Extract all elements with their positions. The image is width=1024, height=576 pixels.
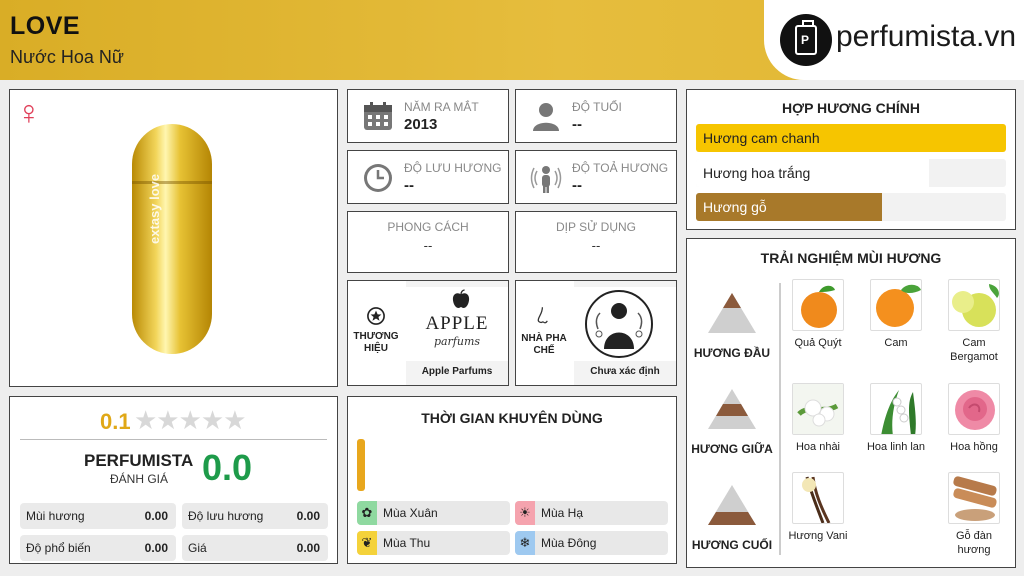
calendar-icon (364, 102, 392, 130)
accord-citrus: Hương cam chanh (696, 124, 1006, 152)
clock-icon (364, 164, 392, 192)
sun-icon: ☀ (515, 501, 535, 525)
daytime-level-bar (357, 439, 365, 491)
user-rating-value: 0.1 (100, 409, 131, 434)
header-bar: LOVE Nước Hoa Nữ P perfumista.vn (0, 0, 1024, 80)
base-note-tier: HƯƠNG CUỐI (687, 485, 777, 552)
age-value: -- (572, 116, 582, 133)
perfumer-logo (574, 287, 676, 361)
scent-notes-title: TRẢI NGHIỆM MÙI HƯƠNG (760, 250, 942, 266)
lily-of-the-valley-icon (870, 383, 922, 435)
site-name: perfumista.vn (836, 20, 1017, 53)
sandalwood-icon (948, 472, 1000, 524)
bottle-brand-text: extasy love (147, 173, 162, 244)
season-spring: ✿ Mùa Xuân (357, 501, 510, 525)
longevity-label: ĐỘ LƯU HƯƠNG (404, 161, 502, 175)
occasion-label: DỊP SỬ DỤNG (555, 220, 637, 234)
flower-icon: ✿ (357, 501, 377, 525)
longevity-value: -- (404, 177, 414, 194)
style-label: PHONG CÁCH (387, 220, 469, 234)
release-year-card: NĂM RA MẮT 2013 (347, 89, 509, 143)
stat-price: Giá 0.00 (182, 535, 328, 561)
recommended-time-panel: THỜI GIAN KHUYÊN DÙNG ✿ Mùa Xuân ☀ Mùa H… (347, 396, 677, 564)
rating-stars[interactable]: ★★★★★ (134, 405, 247, 436)
accord-white-floral: Hương hoa trắng (696, 159, 1006, 187)
season-winter: ❄ Mùa Đông (515, 531, 668, 555)
note-vanilla[interactable]: Hương Vani (782, 472, 854, 543)
orange-icon (870, 279, 922, 331)
brand-logo: APPLE parfums (406, 287, 508, 361)
apple-logo-icon (452, 289, 470, 308)
brand-logo-text: APPLE (425, 313, 489, 334)
mandarin-icon (792, 279, 844, 331)
age-label: ĐỘ TUỔI (572, 100, 622, 114)
top-note-tier: HƯƠNG ĐẦU (687, 293, 777, 360)
stat-scent: Mùi hương 0.00 (20, 503, 176, 529)
perfumista-score: 0.0 (202, 447, 253, 488)
style-card: PHONG CÁCH -- (347, 211, 509, 273)
perfumer-card[interactable]: NHÀ PHA CHẾ Chưa xác định (515, 280, 677, 386)
perfumista-sublabel: ĐÁNH GIÁ (110, 472, 169, 486)
style-value: -- (423, 238, 433, 253)
female-symbol-icon: ♀ (16, 94, 42, 132)
base-note-pyramid-icon (708, 485, 756, 525)
snowflake-icon: ❄ (515, 531, 535, 555)
accord-woody: Hương gỗ (696, 193, 1006, 221)
top-note-pyramid-icon (708, 293, 756, 333)
product-bottle-image: extasy love (132, 124, 212, 354)
recommended-time-title: THỜI GIAN KHUYÊN DÙNG (421, 410, 603, 426)
perfumer-silhouette-icon (585, 290, 653, 358)
middle-note-tier: HƯƠNG GIỮA (687, 389, 777, 456)
brand-name: Apple Parfums (421, 366, 493, 377)
sillage-label: ĐỘ TOẢ HƯƠNG (572, 161, 669, 175)
vanilla-icon (792, 472, 844, 524)
note-lily-of-the-valley[interactable]: Hoa linh lan (860, 383, 932, 454)
bergamot-icon (948, 279, 1000, 331)
season-autumn: ❦ Mùa Thu (357, 531, 510, 555)
nose-icon (537, 307, 548, 324)
site-logo[interactable]: P perfumista.vn (764, 0, 1024, 80)
radiating-person-icon (530, 166, 562, 193)
note-mandarin[interactable]: Quả Quýt (782, 279, 854, 350)
rating-panel: 0.1 ★★★★★ PERFUMISTA ĐÁNH GIÁ 0.0 Mùi hư… (9, 396, 338, 564)
main-accords-panel: HỢP HƯƠNG CHÍNH Hương cam chanh Hương ho… (686, 89, 1016, 230)
main-accords-title: HỢP HƯƠNG CHÍNH (782, 100, 920, 116)
note-jasmine[interactable]: Hoa nhài (782, 383, 854, 454)
product-image-panel: ♀ extasy love (9, 89, 338, 387)
perfumista-label: PERFUMISTA (84, 451, 194, 470)
perfume-bottle-logo-icon: P (780, 14, 832, 66)
note-bergamot[interactable]: Cam Bergamot (938, 279, 1010, 364)
stat-popularity: Độ phổ biến 0.00 (20, 535, 176, 561)
perfume-subtitle: Nước Hoa Nữ (10, 47, 124, 67)
sillage-card: ĐỘ TOẢ HƯƠNG -- (515, 150, 677, 204)
perfumer-name: Chưa xác định (590, 366, 660, 377)
brand-label: THƯƠNG HIỆU (353, 331, 399, 354)
jasmine-icon (792, 383, 844, 435)
occasion-card: DỊP SỬ DỤNG -- (515, 211, 677, 273)
longevity-card: ĐỘ LƯU HƯƠNG -- (347, 150, 509, 204)
stat-longevity: Độ lưu hương 0.00 (182, 503, 328, 529)
brand-logo-subtext: parfums (433, 335, 481, 348)
middle-note-pyramid-icon (708, 389, 756, 429)
perfumer-label: NHÀ PHA CHẾ (521, 333, 567, 356)
occasion-value: -- (591, 238, 601, 253)
brand-card[interactable]: THƯƠNG HIỆU APPLE parfums Apple Parfums (347, 280, 509, 386)
release-year-value: 2013 (404, 116, 438, 133)
season-summer: ☀ Mùa Hạ (515, 501, 668, 525)
person-icon (533, 103, 559, 131)
note-orange[interactable]: Cam (860, 279, 932, 350)
note-sandalwood[interactable]: Gỗ đàn hương (938, 472, 1010, 557)
age-card: ĐỘ TUỔI -- (515, 89, 677, 143)
scent-notes-panel: TRẢI NGHIỆM MÙI HƯƠNG HƯƠNG ĐẦU HƯƠNG GI… (686, 238, 1016, 568)
sillage-value: -- (572, 177, 582, 194)
note-rose[interactable]: Hoa hồng (938, 383, 1010, 454)
perfume-title: LOVE (10, 12, 81, 40)
release-year-label: NĂM RA MẮT (404, 100, 479, 114)
rose-icon (948, 383, 1000, 435)
leaf-icon: ❦ (357, 531, 377, 555)
star-badge-icon (367, 307, 385, 325)
